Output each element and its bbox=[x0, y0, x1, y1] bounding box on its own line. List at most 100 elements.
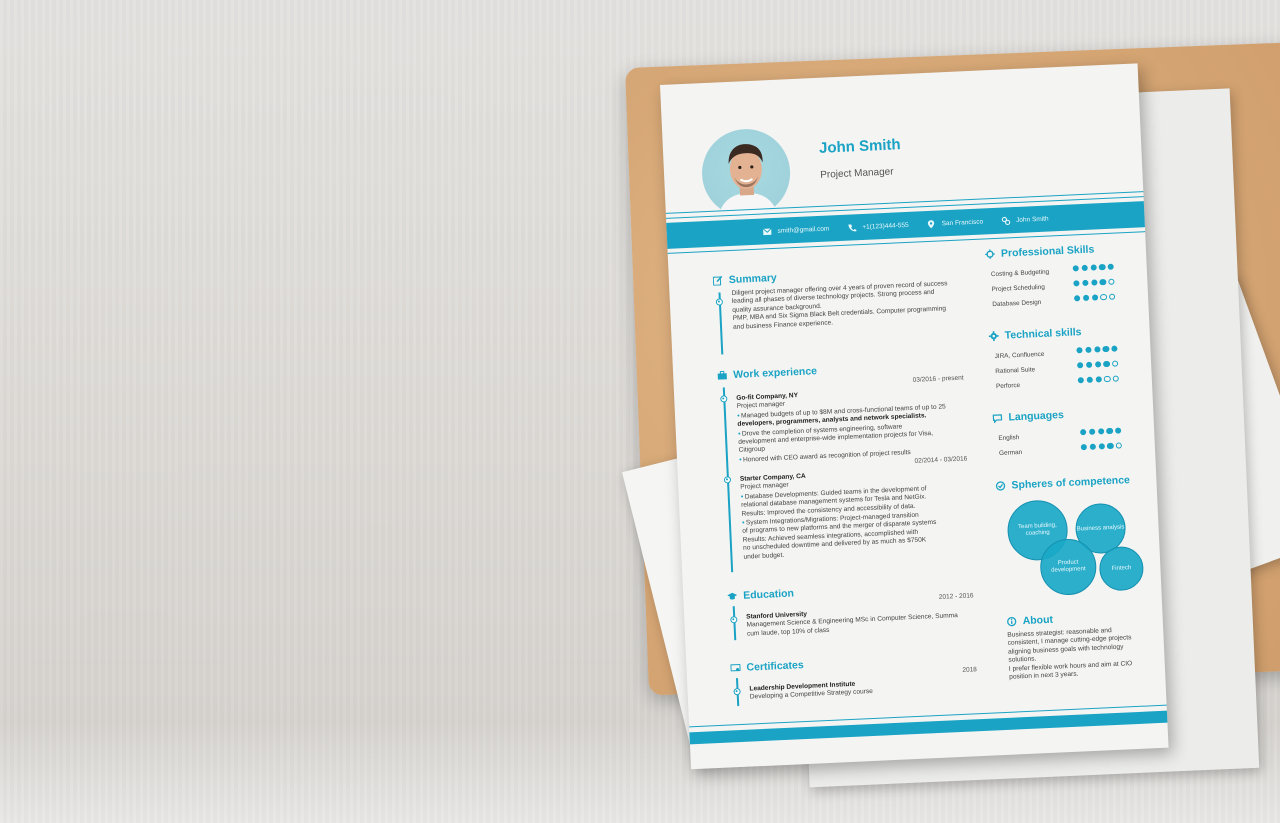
rating-dot-empty bbox=[1112, 375, 1120, 382]
timeline-dot bbox=[723, 476, 732, 484]
rating-dot-filled bbox=[1077, 362, 1084, 369]
crosshair-icon bbox=[984, 249, 996, 260]
rating-dot-filled bbox=[1073, 295, 1081, 302]
skill-label: Database Design bbox=[992, 298, 1042, 309]
rating-dot-filled bbox=[1102, 345, 1110, 353]
skill-label: Project Scheduling bbox=[991, 283, 1046, 294]
language-rating bbox=[1080, 442, 1123, 451]
education-date: 2012 - 2016 bbox=[938, 592, 974, 601]
rating-dot-filled bbox=[1090, 279, 1098, 286]
rating-dot-filled bbox=[1090, 264, 1097, 271]
rating-dot-filled bbox=[1082, 294, 1090, 302]
rating-dot-filled bbox=[1089, 443, 1096, 451]
language-label: English bbox=[998, 434, 1020, 443]
rating-dot-filled bbox=[1086, 376, 1093, 384]
rating-dot-empty bbox=[1104, 375, 1111, 383]
certificate-icon bbox=[730, 663, 741, 672]
rating-dot-filled bbox=[1093, 346, 1101, 353]
rating-dot-filled bbox=[1085, 346, 1092, 354]
skill-rating bbox=[1072, 263, 1115, 272]
contact-phone[interactable]: +1(123)444-555 bbox=[847, 220, 909, 232]
job-date: 03/2016 - present bbox=[912, 374, 964, 384]
education-heading: Education bbox=[727, 587, 794, 602]
info-icon bbox=[1007, 616, 1017, 627]
rating-dot-filled bbox=[1073, 280, 1080, 287]
contact-location: San Francisco bbox=[926, 217, 983, 229]
rating-dot-empty bbox=[1112, 360, 1119, 367]
timeline-dot bbox=[733, 687, 741, 696]
rating-dot-filled bbox=[1103, 360, 1110, 368]
summary-text: Diligent project manager offering over 4… bbox=[731, 280, 948, 331]
certificates-heading: Certificates bbox=[730, 659, 804, 674]
location-pin-icon bbox=[927, 219, 935, 228]
rating-dot-filled bbox=[1085, 361, 1093, 369]
edit-icon bbox=[712, 275, 723, 286]
language-label: German bbox=[998, 448, 1023, 457]
skill-rating bbox=[1073, 278, 1115, 287]
rating-dot-filled bbox=[1097, 428, 1105, 435]
contact-link[interactable]: John Smith bbox=[1001, 214, 1049, 225]
rating-dot-filled bbox=[1107, 442, 1114, 450]
skill-label: Costing & Budgeting bbox=[990, 268, 1050, 279]
rating-dot-filled bbox=[1077, 377, 1085, 384]
timeline-dot bbox=[715, 298, 724, 306]
contact-email[interactable]: smith@gmail.com bbox=[762, 224, 829, 236]
competence-heading: Spheres of competence bbox=[995, 474, 1130, 492]
timeline-dot bbox=[730, 616, 738, 624]
education-entry: Stanford University Management Science &… bbox=[746, 610, 959, 638]
rating-dot-filled bbox=[1098, 263, 1106, 271]
rating-dot-filled bbox=[1091, 294, 1098, 301]
summary-heading: Summary bbox=[712, 272, 777, 287]
skill-rating bbox=[1077, 375, 1120, 384]
skill-rating bbox=[1076, 345, 1118, 354]
skill-rating bbox=[1077, 360, 1119, 369]
job-entry: Go-fit Company, NY Project manager Manag… bbox=[736, 384, 975, 465]
rating-dot-filled bbox=[1106, 427, 1113, 435]
rating-dot-filled bbox=[1082, 279, 1089, 287]
rating-dot-filled bbox=[1081, 264, 1088, 272]
skill-label: Rational Suite bbox=[995, 366, 1036, 376]
certificate-entry: Leadership Development Institute Develop… bbox=[749, 680, 874, 701]
rating-dot-filled bbox=[1094, 361, 1102, 368]
gear-icon bbox=[988, 331, 999, 342]
professional-skills-heading: Professional Skills bbox=[984, 243, 1095, 260]
rating-dot-empty bbox=[1100, 293, 1107, 301]
rating-dot-filled bbox=[1111, 345, 1118, 352]
briefcase-icon bbox=[717, 370, 727, 380]
rating-dot-filled bbox=[1098, 443, 1105, 450]
profile-photo bbox=[700, 127, 793, 220]
rating-dot-filled bbox=[1115, 427, 1122, 434]
rating-dot-filled bbox=[1095, 376, 1102, 383]
language-rating bbox=[1080, 427, 1122, 436]
link-icon bbox=[1001, 216, 1010, 225]
timeline-dot bbox=[720, 395, 728, 403]
job-entry: Starter Company, CA Project manager Data… bbox=[740, 465, 980, 562]
competence-bubble: Fintech bbox=[1098, 545, 1145, 592]
rating-dot-filled bbox=[1072, 265, 1080, 272]
rating-dot-filled bbox=[1076, 347, 1083, 354]
rating-dot-filled bbox=[1107, 263, 1115, 271]
candidate-name: John Smith bbox=[818, 136, 902, 157]
mail-icon bbox=[762, 227, 772, 235]
rating-dot-empty bbox=[1109, 293, 1116, 301]
rating-dot-empty bbox=[1108, 278, 1115, 286]
languages-heading: Languages bbox=[992, 409, 1064, 424]
rating-dot-filled bbox=[1080, 444, 1088, 451]
about-text: Business strategist: reasonable and cons… bbox=[1007, 627, 1133, 681]
about-heading: About bbox=[1006, 614, 1053, 628]
graduation-cap-icon bbox=[727, 592, 738, 600]
candidate-role: Project Manager bbox=[820, 166, 894, 181]
resume-page: John Smith Project Manager smith@gmail.c… bbox=[660, 63, 1169, 770]
rating-dot-filled bbox=[1080, 429, 1087, 436]
skill-rating bbox=[1073, 293, 1116, 302]
rating-dot-empty bbox=[1115, 442, 1123, 449]
rating-dot-filled bbox=[1099, 278, 1107, 286]
technical-skills-heading: Technical skills bbox=[988, 326, 1082, 342]
speech-bubble-icon bbox=[992, 414, 1003, 424]
check-circle-icon bbox=[995, 481, 1006, 491]
skill-label: Perforce bbox=[995, 381, 1021, 391]
phone-icon bbox=[848, 223, 856, 231]
rating-dot-filled bbox=[1088, 428, 1096, 436]
skill-label: JIRA, Confluence bbox=[994, 350, 1045, 361]
work-heading: Work experience bbox=[717, 365, 817, 382]
